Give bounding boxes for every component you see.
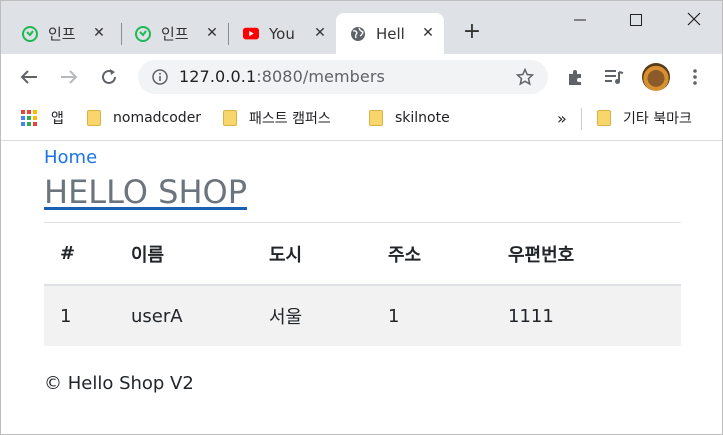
bookmark-label: 앱 xyxy=(51,111,64,127)
table-header-row: # 이름 도시 주소 우편번호 xyxy=(44,223,681,286)
bookmark-other[interactable]: 기타 북마크 xyxy=(597,108,692,128)
table-cell: userA xyxy=(131,285,269,346)
more-menu-icon[interactable] xyxy=(684,66,706,88)
table-cell: 1 xyxy=(44,285,131,346)
column-header: # xyxy=(44,223,131,286)
bookmark-skilnote[interactable]: skilnote xyxy=(369,108,450,128)
footer-text: © Hello Shop V2 xyxy=(44,373,194,394)
url-host: 127.0.0.1 xyxy=(179,67,257,86)
bookmarks-bar: 앱 nomadcoder 패스트 캠퍼스 skilnote » 기타 북마크 xyxy=(1,100,722,141)
table-cell: 1 xyxy=(388,285,508,346)
tab-hello-shop[interactable]: Hell ✕ xyxy=(336,13,444,54)
window-close-icon[interactable] xyxy=(679,7,709,31)
forward-arrow-icon[interactable] xyxy=(56,64,82,90)
globe-icon xyxy=(350,26,366,42)
inflearn-icon xyxy=(22,25,38,42)
bookmark-nomadcoder[interactable]: nomadcoder xyxy=(87,108,201,128)
minimize-icon[interactable] xyxy=(565,7,595,31)
folder-icon xyxy=(223,110,237,126)
folder-icon xyxy=(597,110,611,126)
inflearn-icon xyxy=(135,25,151,42)
table-cell: 서울 xyxy=(269,285,388,346)
maximize-icon[interactable] xyxy=(621,7,651,31)
column-header: 주소 xyxy=(388,223,508,286)
tab-title: Hell xyxy=(376,24,404,43)
info-icon[interactable] xyxy=(152,69,168,89)
reload-icon[interactable] xyxy=(96,64,122,90)
tab-inflearn-1[interactable]: 인프 ✕ xyxy=(8,13,115,54)
new-tab-button[interactable]: + xyxy=(460,20,484,44)
media-queue-icon[interactable] xyxy=(603,66,625,88)
table-cell: 1111 xyxy=(508,285,681,346)
page-title[interactable]: HELLO SHOP xyxy=(44,173,247,211)
tab-strip: 인프 ✕ 인프 ✕ You ✕ Hell ✕ + xyxy=(1,1,722,54)
folder-icon xyxy=(87,110,101,126)
close-icon[interactable]: ✕ xyxy=(91,25,107,41)
bookmark-apps[interactable]: 앱 xyxy=(21,108,64,128)
tab-inflearn-2[interactable]: 인프 ✕ xyxy=(121,13,228,54)
bookmarks-overflow-button[interactable]: » xyxy=(557,108,567,128)
bookmark-label: nomadcoder xyxy=(113,110,202,126)
page-content: Home HELLO SHOP # 이름 도시 주소 우편번호 1 userA … xyxy=(1,141,722,434)
back-arrow-icon[interactable] xyxy=(16,64,42,90)
tab-title: 인프 xyxy=(161,25,189,43)
bookmark-fastcampus[interactable]: 패스트 캠퍼스 xyxy=(223,108,331,128)
close-icon[interactable]: ✕ xyxy=(312,25,328,41)
table-row: 1 userA 서울 1 1111 xyxy=(44,285,681,346)
address-bar[interactable]: 127.0.0.1:8080/members xyxy=(138,60,548,94)
browser-toolbar: 127.0.0.1:8080/members xyxy=(1,54,722,100)
column-header: 우편번호 xyxy=(508,223,681,286)
profile-avatar[interactable] xyxy=(642,63,670,91)
youtube-icon xyxy=(243,26,259,42)
bookmark-label: skilnote xyxy=(395,110,450,126)
home-link[interactable]: Home xyxy=(44,147,97,168)
extensions-puzzle-icon[interactable] xyxy=(564,66,586,88)
tab-youtube[interactable]: You ✕ xyxy=(229,13,336,54)
bookmark-star-icon[interactable] xyxy=(515,67,535,90)
tab-title: You xyxy=(269,24,295,43)
close-icon[interactable]: ✕ xyxy=(204,25,220,41)
url-text[interactable]: 127.0.0.1:8080/members xyxy=(179,67,385,86)
column-header: 이름 xyxy=(131,223,269,286)
close-icon[interactable]: ✕ xyxy=(420,25,436,41)
bookmark-label: 기타 북마크 xyxy=(623,111,692,127)
apps-grid-icon xyxy=(21,110,37,126)
folder-icon xyxy=(369,110,383,126)
browser-window: 인프 ✕ 인프 ✕ You ✕ Hell ✕ + 127.0.0.1:8080/… xyxy=(0,0,723,435)
url-path: :8080/members xyxy=(256,67,385,86)
column-header: 도시 xyxy=(269,223,388,286)
members-table: # 이름 도시 주소 우편번호 1 userA 서울 1 1111 xyxy=(44,223,681,346)
bookmark-label: 패스트 캠퍼스 xyxy=(249,111,331,127)
tab-title: 인프 xyxy=(48,25,76,43)
